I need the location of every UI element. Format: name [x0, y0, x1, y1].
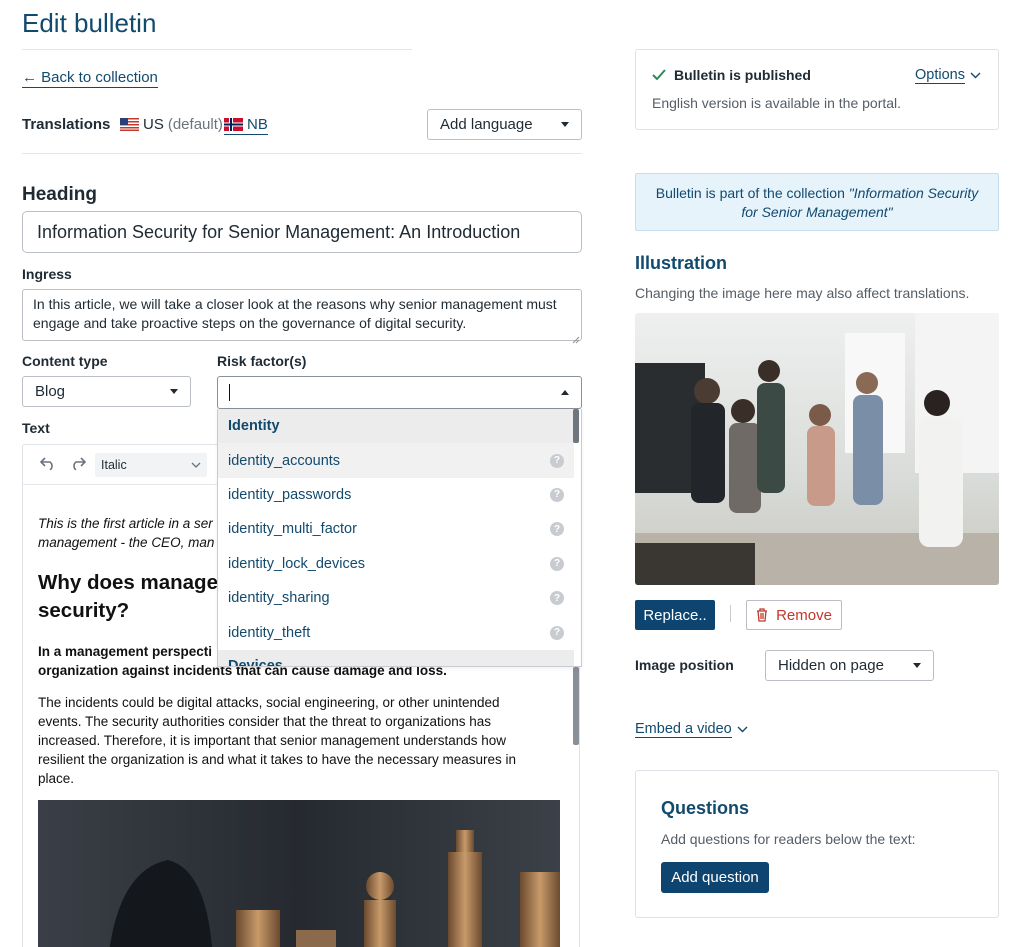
image-position-select[interactable]: Hidden on page — [765, 650, 934, 681]
dropdown-group-devices: Devices — [218, 649, 574, 667]
option-label: identity_accounts — [228, 452, 341, 469]
translation-us[interactable]: US (default) — [120, 116, 223, 133]
button-separator — [730, 605, 731, 622]
editor-intro-line1: This is the first article in a ser — [38, 516, 213, 531]
illustration-title: Illustration — [635, 253, 728, 273]
add-question-button[interactable]: Add question — [661, 862, 769, 893]
translations-divider — [22, 153, 582, 154]
ingress-textarea[interactable]: In this article, we will take a closer l… — [22, 289, 582, 341]
content-type-label: Content type — [22, 353, 108, 369]
text-cursor — [229, 384, 230, 401]
chevron-down-icon — [737, 726, 748, 733]
option-label: identity_theft — [228, 624, 311, 641]
dropdown-option[interactable]: identity_sharing ? — [218, 581, 574, 615]
translations-label: Translations — [22, 116, 111, 133]
us-default: (default) — [167, 116, 223, 133]
dropdown-option[interactable]: identity_accounts ? — [218, 443, 574, 478]
options-button[interactable]: Options — [915, 67, 981, 84]
content-type-value: Blog — [35, 383, 66, 400]
add-language-label: Add language — [440, 116, 533, 133]
content-type-select[interactable]: Blog — [22, 376, 191, 407]
dropdown-option[interactable]: identity_multi_factor ? — [218, 512, 574, 546]
page-title: Edit bulletin — [22, 8, 157, 38]
text-label: Text — [22, 420, 50, 436]
chevron-down-icon — [170, 389, 178, 394]
questions-note: Add questions for readers below the text… — [661, 831, 916, 847]
publish-status-title: Bulletin is published — [674, 67, 811, 83]
editor-intro-line2: management - the CEO, man — [38, 535, 215, 550]
collection-notice: Bulletin is part of the collection "Info… — [635, 173, 999, 231]
collection-name-part2: for Senior Management" — [741, 204, 893, 220]
publish-status-card: Bulletin is published Options English ve… — [635, 49, 999, 130]
editor-image-chess — [38, 800, 560, 947]
help-icon[interactable]: ? — [550, 556, 564, 571]
option-label: identity_lock_devices — [228, 555, 366, 572]
dropdown-option[interactable]: identity_passwords ? — [218, 478, 574, 512]
image-position-value: Hidden on page — [778, 657, 884, 674]
nb-code: NB — [247, 116, 268, 133]
image-position-label: Image position — [635, 657, 734, 673]
illustration-note: Changing the image here may also affect … — [635, 285, 970, 301]
option-label: identity_sharing — [228, 590, 330, 607]
dropdown-scrollbar[interactable] — [573, 409, 579, 443]
editor-heading-line2: security? — [38, 599, 130, 622]
heading-input[interactable]: Information Security for Senior Manageme… — [22, 211, 582, 253]
norway-flag-icon — [224, 118, 243, 131]
remove-image-label: Remove — [776, 606, 832, 624]
replace-image-button[interactable]: Replace.. — [635, 600, 715, 630]
help-icon[interactable]: ? — [550, 522, 564, 537]
options-label: Options — [915, 67, 965, 84]
resize-handle-icon[interactable] — [572, 331, 580, 344]
embed-video-label: Embed a video — [635, 721, 732, 738]
group-identity-label: Identity — [228, 418, 280, 435]
help-icon[interactable]: ? — [550, 625, 564, 640]
questions-card: Questions Add questions for readers belo… — [635, 770, 999, 918]
risk-factors-input[interactable] — [217, 376, 582, 409]
help-icon[interactable]: ? — [550, 591, 564, 606]
chevron-down-icon — [913, 663, 921, 668]
editor-paragraph: The incidents could be digital attacks, … — [38, 695, 517, 786]
undo-icon[interactable] — [39, 456, 56, 475]
risk-factors-dropdown: Identity identity_accounts ? identity_pa… — [217, 409, 582, 667]
trash-icon — [757, 608, 768, 622]
add-language-select[interactable]: Add language — [427, 109, 582, 140]
translation-nb[interactable]: NB — [224, 116, 268, 135]
group-devices-label: Devices — [228, 657, 283, 667]
editor-heading: Why does manage security? — [38, 569, 218, 625]
us-code: US — [143, 116, 164, 133]
embed-video-toggle[interactable]: Embed a video — [635, 721, 748, 738]
title-divider — [22, 49, 412, 50]
chevron-down-icon — [970, 72, 981, 79]
dropdown-group-identity: Identity — [218, 409, 574, 444]
editor-heading-line1: Why does manage — [38, 571, 218, 594]
questions-title: Questions — [661, 798, 750, 818]
chevron-up-icon — [561, 390, 569, 395]
risk-factors-label: Risk factor(s) — [217, 353, 307, 369]
help-icon[interactable]: ? — [550, 487, 564, 502]
publish-status-subtitle: English version is available in the port… — [652, 95, 902, 111]
chevron-down-icon — [561, 122, 569, 127]
dropdown-option[interactable]: identity_lock_devices ? — [218, 547, 574, 581]
text-style-select[interactable]: Italic — [95, 453, 207, 477]
back-to-collection-link[interactable]: ← Back to collection — [22, 69, 158, 88]
chevron-down-icon — [191, 462, 201, 468]
collection-name-part1: "Information Security — [848, 185, 979, 201]
option-label: identity_passwords — [228, 486, 352, 503]
help-icon[interactable]: ? — [550, 453, 564, 468]
text-style-value: Italic — [101, 458, 127, 472]
illustration-image — [635, 313, 999, 585]
heading-label: Heading — [22, 184, 97, 205]
dropdown-option[interactable]: identity_theft ? — [218, 615, 574, 649]
redo-icon[interactable] — [70, 456, 87, 475]
option-label: identity_multi_factor — [228, 521, 357, 538]
us-flag-icon — [120, 118, 139, 131]
remove-image-button[interactable]: Remove — [746, 600, 842, 630]
editor-scrollbar[interactable] — [573, 667, 579, 745]
checkmark-icon — [652, 69, 666, 80]
ingress-label: Ingress — [22, 266, 72, 282]
editor-intro: This is the first article in a ser manag… — [38, 514, 214, 552]
collection-notice-prefix: Bulletin is part of the collection — [655, 185, 849, 201]
